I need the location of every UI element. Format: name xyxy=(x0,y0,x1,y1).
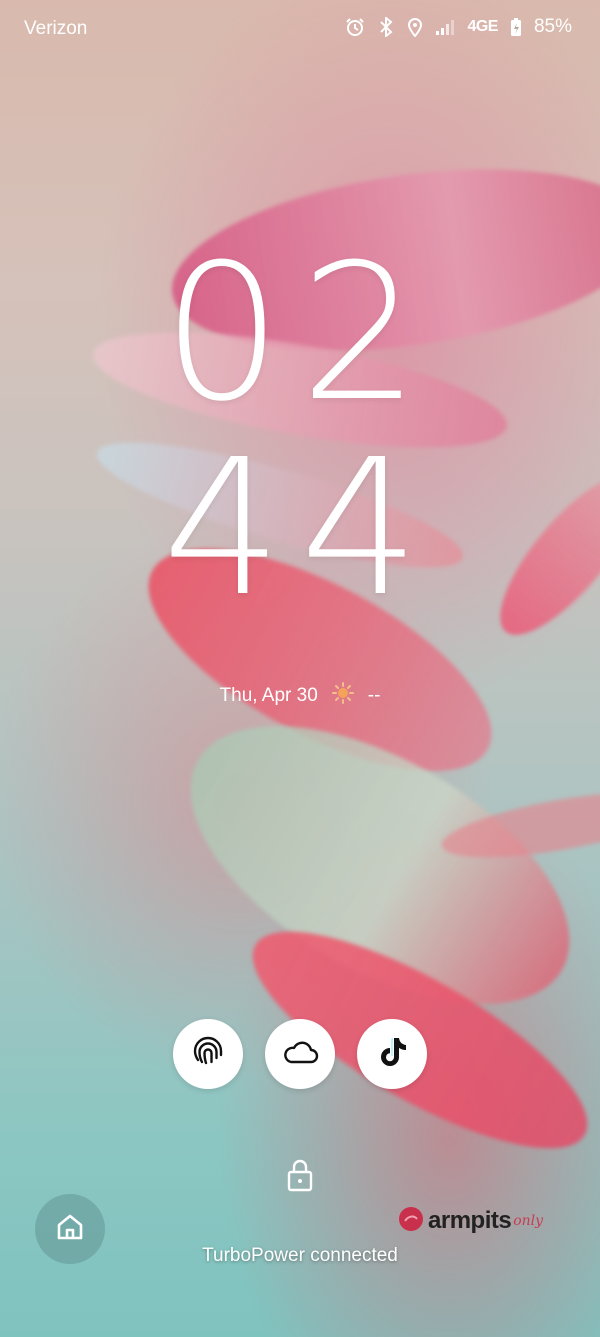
lockscreen-shortcuts xyxy=(0,1019,600,1089)
tiktok-shortcut[interactable] xyxy=(357,1019,427,1089)
alarm-icon xyxy=(345,17,365,37)
watermark-logo: armpits only xyxy=(398,1206,543,1236)
bluetooth-icon xyxy=(377,17,395,37)
weather-shortcut[interactable] xyxy=(265,1019,335,1089)
watermark-word: armpits xyxy=(428,1207,512,1234)
location-icon xyxy=(407,17,423,37)
cloud-icon xyxy=(281,1038,319,1070)
temperature-label: -- xyxy=(367,685,381,706)
tiktok-note-icon xyxy=(376,1035,408,1073)
fingerprint-rings-icon xyxy=(190,1034,226,1074)
network-type: 4GE xyxy=(467,18,498,35)
carrier-label: Verizon xyxy=(24,18,88,39)
clock-minutes: 44 xyxy=(162,419,438,638)
padlock-icon xyxy=(286,1158,314,1196)
sun-icon xyxy=(331,682,354,710)
watermark-script: only xyxy=(513,1213,544,1229)
life360-shortcut[interactable] xyxy=(173,1019,243,1089)
date-weather: Thu, Apr 30 -- xyxy=(0,682,600,710)
battery-charging-icon xyxy=(510,17,522,37)
clock-hours: 02 xyxy=(162,224,438,443)
home-icon xyxy=(55,1212,85,1246)
status-bar: Verizon 4GE 85% xyxy=(0,0,600,60)
status-icons: 4GE 85% xyxy=(345,16,572,38)
date-label: Thu, Apr 30 xyxy=(219,685,318,706)
watermark-emblem-icon xyxy=(398,1206,424,1236)
signal-icon xyxy=(435,18,455,36)
battery-percent: 85% xyxy=(533,16,572,37)
charging-status: TurboPower connected xyxy=(202,1245,398,1266)
